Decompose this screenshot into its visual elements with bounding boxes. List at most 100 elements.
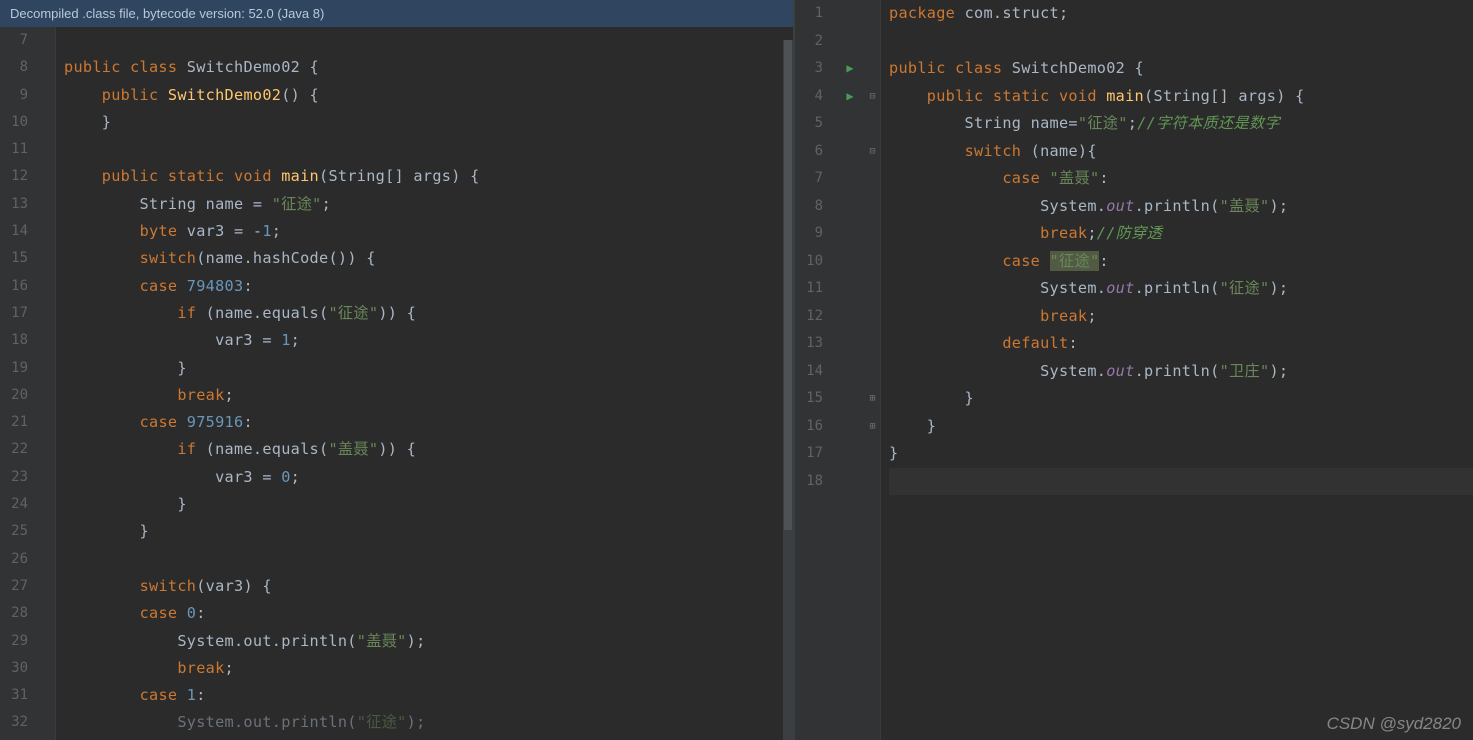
- line-number[interactable]: 5: [795, 110, 823, 138]
- line-number[interactable]: 16: [795, 413, 823, 441]
- fold-open-icon[interactable]: ⊟: [865, 138, 880, 166]
- code-line[interactable]: public class SwitchDemo02 {: [64, 54, 793, 81]
- line-number[interactable]: 2: [795, 28, 823, 56]
- line-number[interactable]: 12: [0, 163, 28, 190]
- code-line[interactable]: }: [889, 385, 1473, 413]
- code-line[interactable]: System.out.println("盖聂");: [889, 193, 1473, 221]
- right-editor[interactable]: 123456789101112131415161718 ▶▶ ⊟⊟⊞⊞ pack…: [795, 0, 1473, 740]
- code-line[interactable]: switch (name){: [889, 138, 1473, 166]
- code-line[interactable]: break;: [889, 303, 1473, 331]
- code-line[interactable]: switch(var3) {: [64, 573, 793, 600]
- code-line[interactable]: System.out.println("征途");: [64, 709, 793, 736]
- code-line[interactable]: case 794803:: [64, 273, 793, 300]
- line-number[interactable]: 1: [795, 0, 823, 28]
- left-editor[interactable]: 7891011121314151617181920212223242526272…: [0, 27, 793, 740]
- code-line[interactable]: public static void main(String[] args) {: [889, 83, 1473, 111]
- line-number[interactable]: 11: [795, 275, 823, 303]
- line-number[interactable]: 25: [0, 518, 28, 545]
- code-line[interactable]: break;//防穿透: [889, 220, 1473, 248]
- left-scrollbar[interactable]: [783, 40, 793, 740]
- code-line[interactable]: [889, 468, 1473, 496]
- line-number[interactable]: 22: [0, 436, 28, 463]
- code-line[interactable]: System.out.println("盖聂");: [64, 628, 793, 655]
- code-line[interactable]: }: [889, 440, 1473, 468]
- line-number[interactable]: 8: [0, 54, 28, 81]
- line-number[interactable]: 4: [795, 83, 823, 111]
- code-line[interactable]: public class SwitchDemo02 {: [889, 55, 1473, 83]
- line-number[interactable]: 19: [0, 355, 28, 382]
- line-number[interactable]: 18: [0, 327, 28, 354]
- line-number[interactable]: 26: [0, 546, 28, 573]
- code-line[interactable]: String name = "征途";: [64, 191, 793, 218]
- line-number[interactable]: 17: [0, 300, 28, 327]
- code-line[interactable]: [64, 27, 793, 54]
- code-line[interactable]: public SwitchDemo02() {: [64, 82, 793, 109]
- run-icon[interactable]: ▶: [835, 55, 865, 83]
- line-number[interactable]: 13: [795, 330, 823, 358]
- fold-close-icon[interactable]: ⊞: [865, 385, 880, 413]
- line-number[interactable]: 15: [0, 245, 28, 272]
- code-line[interactable]: [64, 136, 793, 163]
- code-line[interactable]: }: [889, 413, 1473, 441]
- code-line[interactable]: byte var3 = -1;: [64, 218, 793, 245]
- line-number[interactable]: 14: [795, 358, 823, 386]
- line-number[interactable]: 28: [0, 600, 28, 627]
- code-line[interactable]: }: [64, 355, 793, 382]
- line-number[interactable]: 32: [0, 709, 28, 736]
- run-icon[interactable]: ▶: [835, 83, 865, 111]
- code-line[interactable]: }: [64, 491, 793, 518]
- line-number[interactable]: 18: [795, 468, 823, 496]
- line-number[interactable]: 27: [0, 573, 28, 600]
- line-number[interactable]: 8: [795, 193, 823, 221]
- line-number[interactable]: 6: [795, 138, 823, 166]
- left-scroll-thumb[interactable]: [784, 40, 792, 530]
- code-line[interactable]: case "盖聂":: [889, 165, 1473, 193]
- code-line[interactable]: default:: [889, 330, 1473, 358]
- code-line[interactable]: case 1:: [64, 682, 793, 709]
- line-number[interactable]: 3: [795, 55, 823, 83]
- code-line[interactable]: System.out.println("征途");: [889, 275, 1473, 303]
- code-line[interactable]: var3 = 0;: [64, 464, 793, 491]
- code-line[interactable]: var3 = 1;: [64, 327, 793, 354]
- line-number[interactable]: 23: [0, 464, 28, 491]
- code-line[interactable]: switch(name.hashCode()) {: [64, 245, 793, 272]
- code-line[interactable]: if (name.equals("征途")) {: [64, 300, 793, 327]
- line-number[interactable]: 16: [0, 273, 28, 300]
- line-number[interactable]: 7: [0, 27, 28, 54]
- code-line[interactable]: package com.struct;: [889, 0, 1473, 28]
- code-line[interactable]: case "征途":: [889, 248, 1473, 276]
- line-number[interactable]: 12: [795, 303, 823, 331]
- code-line[interactable]: public static void main(String[] args) {: [64, 163, 793, 190]
- line-number[interactable]: 29: [0, 628, 28, 655]
- line-number[interactable]: 10: [795, 248, 823, 276]
- fold-open-icon[interactable]: ⊟: [865, 83, 880, 111]
- code-line[interactable]: break;: [64, 382, 793, 409]
- line-number[interactable]: 14: [0, 218, 28, 245]
- code-line[interactable]: if (name.equals("盖聂")) {: [64, 436, 793, 463]
- line-number[interactable]: 24: [0, 491, 28, 518]
- fold-close-icon[interactable]: ⊞: [865, 413, 880, 441]
- line-number[interactable]: 15: [795, 385, 823, 413]
- line-number[interactable]: 7: [795, 165, 823, 193]
- code-line[interactable]: }: [64, 109, 793, 136]
- left-code-area[interactable]: public class SwitchDemo02 { public Switc…: [56, 27, 793, 740]
- line-number[interactable]: 9: [795, 220, 823, 248]
- code-line[interactable]: }: [64, 518, 793, 545]
- line-number[interactable]: 21: [0, 409, 28, 436]
- code-line[interactable]: break;: [64, 655, 793, 682]
- line-number[interactable]: 30: [0, 655, 28, 682]
- line-number[interactable]: 11: [0, 136, 28, 163]
- code-line[interactable]: case 975916:: [64, 409, 793, 436]
- line-number[interactable]: 13: [0, 191, 28, 218]
- line-number[interactable]: 17: [795, 440, 823, 468]
- line-number[interactable]: 20: [0, 382, 28, 409]
- code-line[interactable]: [64, 546, 793, 573]
- line-number[interactable]: 9: [0, 82, 28, 109]
- code-line[interactable]: System.out.println("卫庄");: [889, 358, 1473, 386]
- code-line[interactable]: [889, 28, 1473, 56]
- line-number[interactable]: 10: [0, 109, 28, 136]
- line-number[interactable]: 31: [0, 682, 28, 709]
- right-code-area[interactable]: package com.struct; public class SwitchDe…: [881, 0, 1473, 740]
- code-line[interactable]: case 0:: [64, 600, 793, 627]
- code-line[interactable]: String name="征途";//字符本质还是数字: [889, 110, 1473, 138]
